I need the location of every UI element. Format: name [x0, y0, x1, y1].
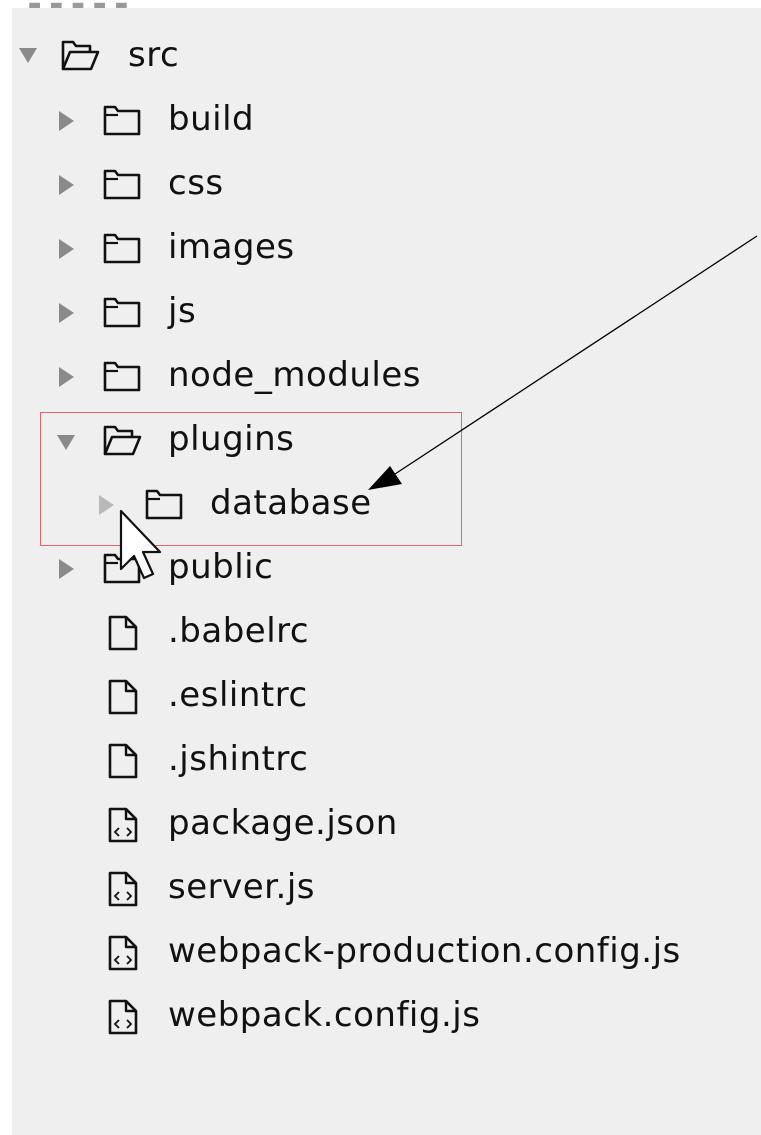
collapsed-triangle-icon[interactable] — [52, 171, 80, 199]
folder-icon — [102, 231, 142, 265]
tree-item-node-modules[interactable]: node_modules — [12, 350, 512, 400]
tree-item-babelrc[interactable]: .babelrc — [12, 606, 512, 656]
tree-item-label: server.js — [168, 867, 315, 907]
tree-item-label: .eslintrc — [168, 675, 308, 715]
tree-item-label: js — [168, 291, 197, 331]
folder-icon — [102, 295, 142, 329]
open-folder-icon — [102, 423, 142, 457]
collapsed-triangle-icon[interactable] — [52, 363, 80, 391]
tree-item-public[interactable]: public — [12, 542, 512, 592]
tree-item-package-json[interactable]: package.json — [12, 798, 532, 848]
folder-icon — [102, 551, 142, 585]
tree-item-webpack-config[interactable]: webpack.config.js — [12, 990, 612, 1040]
tree-item-label: webpack.config.js — [168, 995, 481, 1035]
tree-item-label: css — [168, 163, 224, 203]
tree-item-label: database — [210, 483, 372, 523]
collapsed-triangle-icon[interactable] — [52, 235, 80, 263]
collapsed-triangle-icon[interactable] — [52, 107, 80, 135]
tree-item-label: webpack-production.config.js — [168, 931, 681, 971]
tree-item-database[interactable]: database — [12, 478, 452, 528]
tree-item-label: .babelrc — [168, 611, 310, 651]
tree-item-js[interactable]: js — [12, 286, 512, 336]
collapsed-triangle-icon[interactable] — [52, 299, 80, 327]
tree-item-css[interactable]: css — [12, 158, 512, 208]
tree-item-label: .jshintrc — [168, 739, 309, 779]
tree-item-build[interactable]: build — [12, 94, 512, 144]
collapsed-triangle-icon[interactable] — [52, 555, 80, 583]
tree-item-label: src — [128, 35, 180, 75]
file-icon — [106, 742, 140, 780]
file-icon — [106, 614, 140, 652]
tree-item-label: plugins — [168, 419, 295, 459]
code-file-icon — [106, 806, 140, 844]
clipped-previous-row: ▬ ▬ ▬ ▬ ▬ — [28, 0, 130, 8]
code-file-icon — [106, 998, 140, 1036]
folder-icon — [102, 103, 142, 137]
collapsed-triangle-icon[interactable] — [92, 491, 120, 519]
tree-item-label: public — [168, 547, 274, 587]
code-file-icon — [106, 870, 140, 908]
file-icon — [106, 678, 140, 716]
expanded-triangle-icon[interactable] — [52, 428, 80, 456]
open-folder-icon — [60, 38, 100, 72]
tree-item-server-js[interactable]: server.js — [12, 862, 532, 912]
tree-item-webpack-production-config[interactable]: webpack-production.config.js — [12, 926, 712, 976]
tree-item-label: build — [168, 99, 255, 139]
folder-icon — [144, 487, 184, 521]
tree-item-jshintrc[interactable]: .jshintrc — [12, 734, 512, 784]
folder-icon — [102, 167, 142, 201]
tree-item-label: package.json — [168, 803, 398, 843]
tree-item-label: images — [168, 227, 295, 267]
tree-item-label: node_modules — [168, 355, 421, 395]
expanded-triangle-icon[interactable] — [14, 41, 42, 69]
tree-item-eslintrc[interactable]: .eslintrc — [12, 670, 512, 720]
tree-item-src[interactable]: src — [12, 30, 412, 80]
tree-item-images[interactable]: images — [12, 222, 512, 272]
folder-icon — [102, 359, 142, 393]
tree-item-plugins[interactable]: plugins — [12, 414, 452, 464]
code-file-icon — [106, 934, 140, 972]
